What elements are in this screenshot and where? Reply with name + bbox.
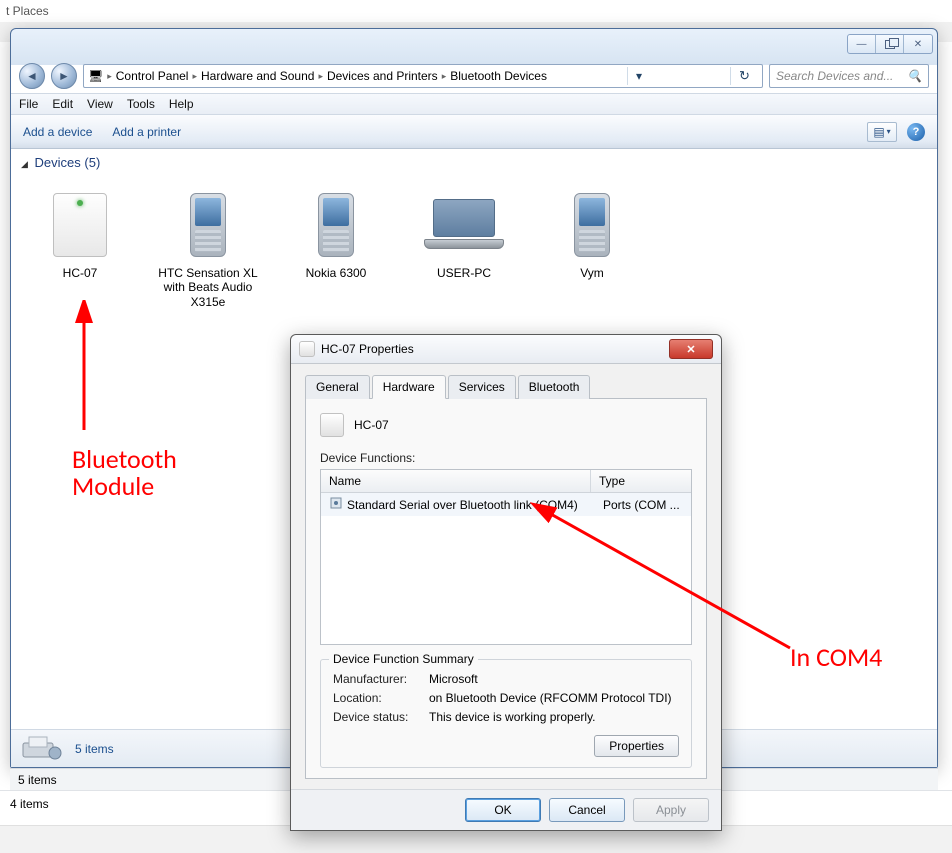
summary-legend: Device Function Summary bbox=[329, 652, 478, 666]
address-bar[interactable]: 🖥 ▸ Control Panel ▸ Hardware and Sound ▸… bbox=[83, 64, 763, 88]
collapse-triangle-icon: ◢ bbox=[21, 159, 28, 170]
tab-hardware[interactable]: Hardware bbox=[372, 375, 446, 399]
device-grid: HC-07 HTC Sensation XL with Beats Audio … bbox=[11, 176, 937, 309]
refresh-button[interactable]: ↻ bbox=[730, 67, 758, 85]
row-name: Standard Serial over Bluetooth link (COM… bbox=[347, 498, 603, 512]
device-vym[interactable]: Vym bbox=[537, 186, 647, 309]
group-header-devices[interactable]: ◢ Devices (5) bbox=[11, 149, 937, 176]
help-button[interactable]: ? bbox=[907, 123, 925, 141]
table-row[interactable]: Standard Serial over Bluetooth link (COM… bbox=[321, 493, 691, 516]
dialog-buttons: OK Cancel Apply bbox=[291, 789, 721, 830]
tab-general[interactable]: General bbox=[305, 375, 370, 399]
status-text: 4 items bbox=[10, 797, 49, 811]
port-icon bbox=[329, 496, 343, 513]
minimize-button[interactable]: — bbox=[848, 35, 876, 53]
apply-button[interactable]: Apply bbox=[633, 798, 709, 822]
dialog-body: General Hardware Services Bluetooth HC-0… bbox=[291, 364, 721, 789]
nav-forward-button[interactable]: ► bbox=[51, 63, 77, 89]
nav-back-button[interactable]: ◄ bbox=[19, 63, 45, 89]
status-text: 5 items bbox=[18, 773, 57, 787]
device-htc[interactable]: HTC Sensation XL with Beats Audio X315e bbox=[153, 186, 263, 309]
menu-file[interactable]: File bbox=[19, 97, 38, 111]
nav-row: ◄ ► 🖥 ▸ Control Panel ▸ Hardware and Sou… bbox=[11, 59, 937, 93]
group-title: Devices (5) bbox=[35, 155, 101, 170]
dialog-titlebar: HC-07 Properties ✕ bbox=[291, 335, 721, 364]
location-value: on Bluetooth Device (RFCOMM Protocol TDI… bbox=[429, 691, 679, 705]
chevron-down-icon: ▾ bbox=[887, 127, 891, 136]
crumb-devices-printers[interactable]: Devices and Printers bbox=[327, 69, 438, 83]
breadcrumb-sep-icon: ▸ bbox=[442, 71, 447, 82]
device-functions-label: Device Functions: bbox=[320, 451, 692, 465]
ok-button[interactable]: OK bbox=[465, 798, 541, 822]
view-options-button[interactable]: ▤ ▾ bbox=[867, 122, 897, 142]
maximize-button[interactable] bbox=[876, 35, 904, 53]
menu-tools[interactable]: Tools bbox=[127, 97, 155, 111]
phone-icon bbox=[291, 186, 381, 264]
manufacturer-key: Manufacturer: bbox=[333, 672, 429, 686]
command-bar: Add a device Add a printer ▤ ▾ ? bbox=[11, 115, 937, 149]
column-name[interactable]: Name bbox=[321, 470, 591, 492]
breadcrumb-sep-icon: ▸ bbox=[192, 71, 197, 82]
device-label: Vym bbox=[580, 266, 604, 280]
add-printer-button[interactable]: Add a printer bbox=[112, 125, 181, 139]
device-functions-table: Name Type Standard Serial over Bluetooth… bbox=[320, 469, 692, 645]
crumb-bluetooth-devices[interactable]: Bluetooth Devices bbox=[450, 69, 547, 83]
device-function-summary: Device Function Summary Manufacturer:Mic… bbox=[320, 659, 692, 768]
menu-help[interactable]: Help bbox=[169, 97, 194, 111]
search-icon: 🔍 bbox=[907, 69, 922, 83]
laptop-icon bbox=[419, 186, 509, 264]
crumb-control-panel[interactable]: Control Panel bbox=[116, 69, 189, 83]
modem-icon bbox=[299, 341, 315, 357]
dialog-title: HC-07 Properties bbox=[321, 342, 414, 356]
tab-bluetooth[interactable]: Bluetooth bbox=[518, 375, 591, 399]
dialog-close-button[interactable]: ✕ bbox=[669, 339, 713, 359]
tab-strip: General Hardware Services Bluetooth bbox=[305, 374, 707, 399]
device-label: HC-07 bbox=[63, 266, 98, 280]
device-label: HTC Sensation XL with Beats Audio X315e bbox=[153, 266, 263, 309]
status-key: Device status: bbox=[333, 710, 429, 724]
tab-services[interactable]: Services bbox=[448, 375, 516, 399]
details-text: 5 items bbox=[75, 742, 114, 756]
tab-panel-hardware: HC-07 Device Functions: Name Type Standa… bbox=[305, 399, 707, 779]
printer-icon bbox=[21, 733, 65, 764]
breadcrumb-sep-icon: ▸ bbox=[318, 71, 323, 82]
device-nokia[interactable]: Nokia 6300 bbox=[281, 186, 391, 309]
menu-edit[interactable]: Edit bbox=[52, 97, 73, 111]
location-key: Location: bbox=[333, 691, 429, 705]
titlebar: — ✕ bbox=[11, 29, 937, 59]
modem-icon bbox=[320, 413, 344, 437]
view-icon: ▤ bbox=[873, 125, 884, 139]
device-hc-07[interactable]: HC-07 bbox=[25, 186, 135, 309]
column-type[interactable]: Type bbox=[591, 470, 691, 492]
search-input[interactable]: Search Devices and... 🔍 bbox=[769, 64, 929, 88]
device-name: HC-07 bbox=[354, 418, 389, 432]
add-device-button[interactable]: Add a device bbox=[23, 125, 92, 139]
phone-icon bbox=[547, 186, 637, 264]
menu-view[interactable]: View bbox=[87, 97, 113, 111]
crumb-hardware-sound[interactable]: Hardware and Sound bbox=[201, 69, 314, 83]
phone-icon bbox=[163, 186, 253, 264]
status-value: This device is working properly. bbox=[429, 710, 679, 724]
device-label: Nokia 6300 bbox=[306, 266, 367, 280]
search-placeholder: Search Devices and... bbox=[776, 69, 893, 83]
properties-dialog: HC-07 Properties ✕ General Hardware Serv… bbox=[290, 334, 722, 831]
close-button[interactable]: ✕ bbox=[904, 35, 932, 53]
address-dropdown-icon[interactable]: ▾ bbox=[627, 67, 649, 85]
cancel-button[interactable]: Cancel bbox=[549, 798, 625, 822]
window-controls: — ✕ bbox=[847, 34, 933, 54]
properties-button[interactable]: Properties bbox=[594, 735, 679, 757]
modem-icon bbox=[35, 186, 125, 264]
menu-bar: File Edit View Tools Help bbox=[11, 93, 937, 115]
device-label: USER-PC bbox=[437, 266, 491, 280]
computer-icon: 🖥 bbox=[88, 69, 103, 83]
device-user-pc[interactable]: USER-PC bbox=[409, 186, 519, 309]
breadcrumb-sep-icon: ▸ bbox=[107, 71, 112, 82]
row-type: Ports (COM ... bbox=[603, 498, 683, 512]
manufacturer-value: Microsoft bbox=[429, 672, 679, 686]
